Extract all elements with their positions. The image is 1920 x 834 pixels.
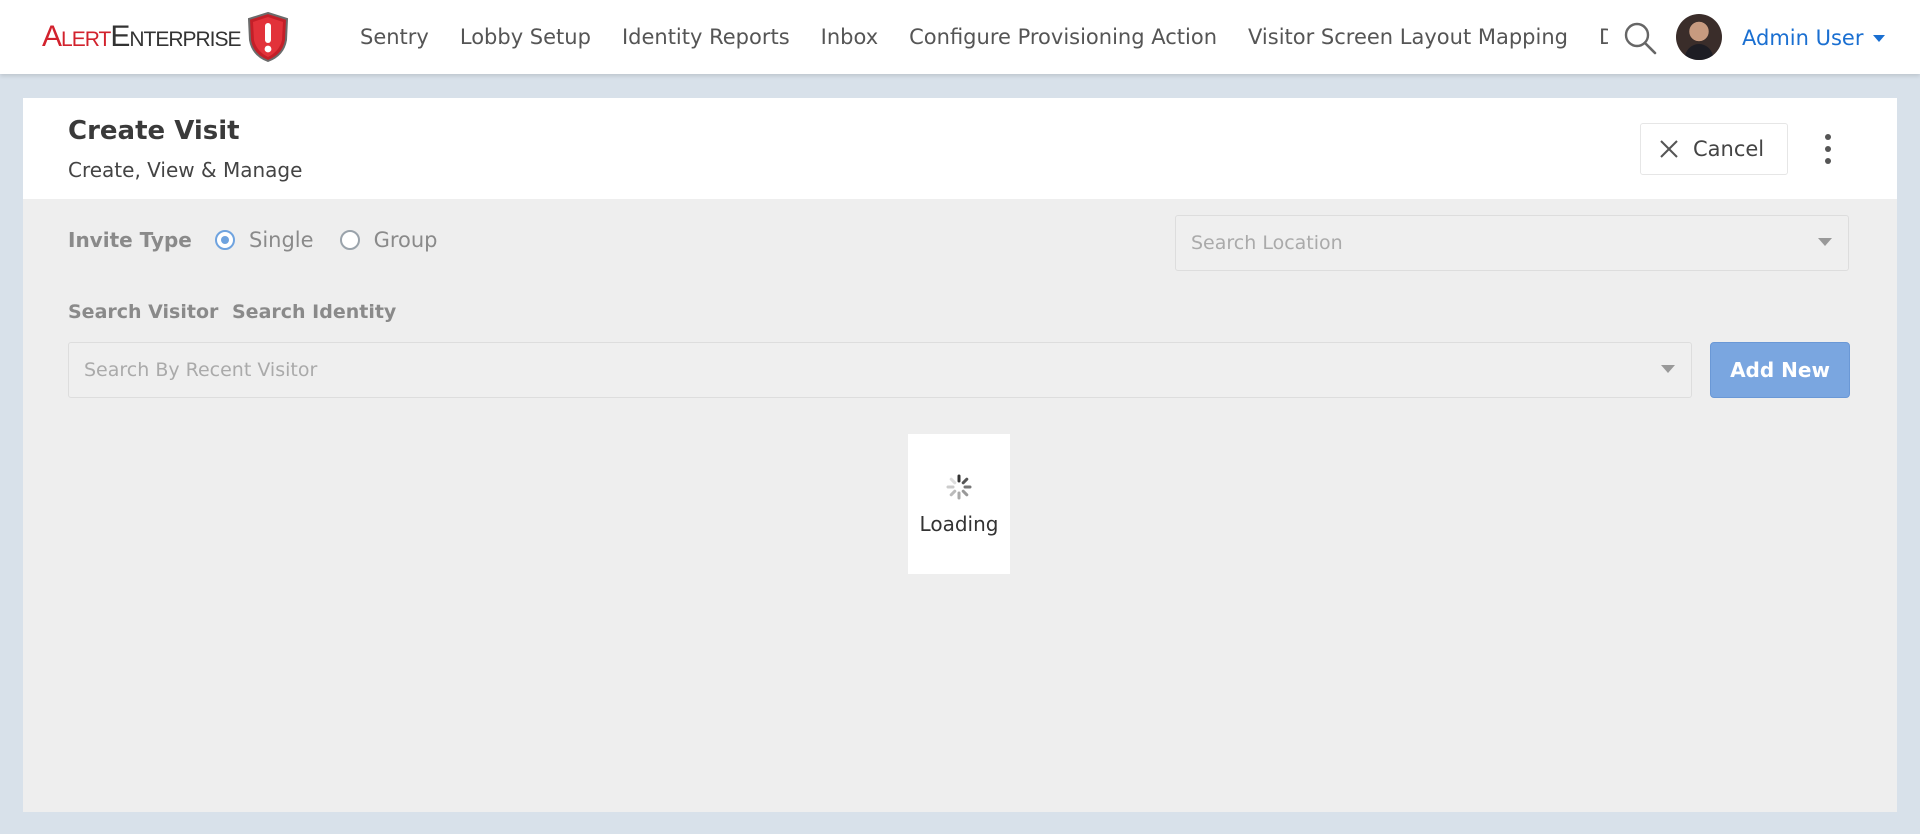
create-visit-card: Create Visit Create, View & Manage Cance…	[23, 98, 1897, 812]
loading-text: Loading	[919, 512, 999, 536]
caret-down-icon	[1873, 34, 1886, 42]
search-recent-visitor-select[interactable]: Search By Recent Visitor	[68, 342, 1692, 398]
spinner-icon	[946, 474, 972, 500]
top-navigation-bar: AlertEnterprise Sentry Lobby Setup Ident…	[0, 0, 1920, 74]
cancel-label: Cancel	[1693, 137, 1765, 161]
radio-group-label[interactable]: Group	[374, 228, 438, 252]
tab-search-identity[interactable]: Search Identity	[232, 301, 396, 323]
close-icon	[1660, 140, 1678, 158]
dropdown-caret-icon	[1818, 238, 1832, 246]
more-vertical-icon[interactable]	[1820, 134, 1836, 164]
search-visitor-placeholder: Search By Recent Visitor	[84, 359, 318, 381]
nav-item-dashboard[interactable]: Dashboard	[1599, 25, 1608, 49]
nav-item-inbox[interactable]: Inbox	[821, 25, 878, 49]
tab-search-visitor[interactable]: Search Visitor	[68, 301, 218, 323]
user-name: Admin User	[1742, 26, 1864, 50]
nav-item-identity-reports[interactable]: Identity Reports	[622, 25, 790, 49]
user-menu-dropdown[interactable]: Admin User	[1742, 24, 1886, 52]
dropdown-caret-icon	[1661, 365, 1675, 373]
avatar[interactable]	[1676, 14, 1722, 60]
search-icon[interactable]	[1622, 20, 1658, 56]
add-new-button[interactable]: Add New	[1710, 342, 1850, 398]
page-title: Create Visit	[68, 116, 240, 146]
search-location-placeholder: Search Location	[1191, 232, 1343, 254]
radio-single[interactable]	[215, 230, 235, 250]
cancel-button[interactable]: Cancel	[1640, 123, 1788, 175]
logo-wordmark: AlertEnterprise	[42, 20, 242, 53]
page-subtitle: Create, View & Manage	[68, 158, 303, 182]
search-location-select[interactable]: Search Location	[1175, 215, 1849, 271]
loading-indicator: Loading	[908, 434, 1010, 574]
page-header: Create Visit Create, View & Manage Cance…	[23, 98, 1897, 199]
nav-item-visitor-screen-layout-mapping[interactable]: Visitor Screen Layout Mapping	[1248, 25, 1568, 49]
nav-item-configure-provisioning-action[interactable]: Configure Provisioning Action	[909, 25, 1217, 49]
alert-enterprise-logo[interactable]: AlertEnterprise	[42, 12, 322, 62]
nav-item-sentry[interactable]: Sentry	[360, 25, 429, 49]
main-nav: Sentry Lobby Setup Identity Reports Inbo…	[360, 0, 1608, 74]
radio-group[interactable]	[339, 230, 360, 250]
invite-type-radio-group: Single Group	[215, 228, 464, 252]
nav-item-lobby-setup[interactable]: Lobby Setup	[460, 25, 591, 49]
shield-exclamation-icon	[247, 12, 288, 62]
invite-type-label: Invite Type	[68, 228, 192, 252]
radio-single-label[interactable]: Single	[249, 228, 314, 252]
